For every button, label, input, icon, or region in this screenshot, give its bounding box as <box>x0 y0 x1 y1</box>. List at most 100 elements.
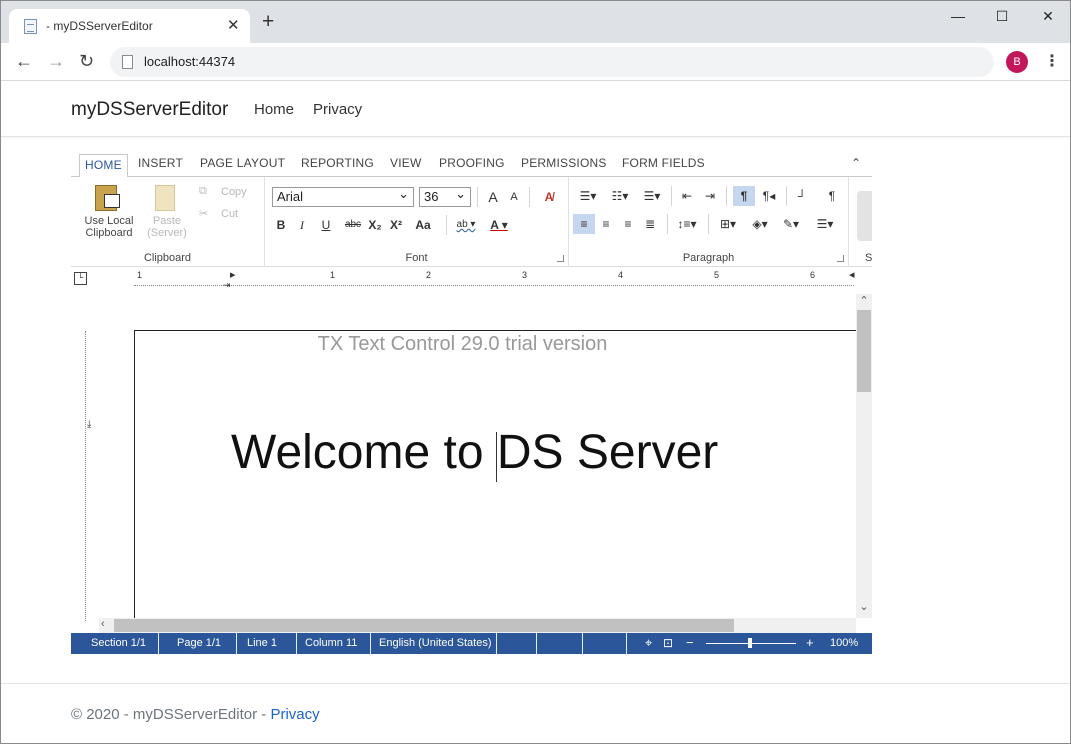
clipboard-icon <box>95 185 120 211</box>
change-case-button[interactable]: Aa <box>408 215 438 235</box>
tab-view[interactable]: VIEW <box>390 156 421 170</box>
collapse-ribbon-icon[interactable]: ⌃ <box>851 156 861 170</box>
vertical-scroll-thumb[interactable] <box>857 310 871 392</box>
status-column: Column 11 <box>297 633 371 654</box>
font-dialog-launcher-icon[interactable] <box>557 255 564 262</box>
horizontal-scroll-thumb[interactable] <box>114 619 734 632</box>
scroll-left-icon[interactable]: ‹ <box>101 618 105 630</box>
document-page[interactable]: TX Text Control 29.0 trial version Welco… <box>134 330 856 618</box>
profile-avatar[interactable]: B <box>1006 51 1028 73</box>
hanging-indent-marker-icon[interactable]: ⇥ <box>223 280 231 291</box>
horizontal-scrollbar[interactable]: ‹ <box>99 618 856 633</box>
frame-line-icon[interactable]: ☰▾ <box>811 214 839 234</box>
ruler-number: 1 <box>137 270 143 280</box>
footer-privacy-link[interactable]: Privacy <box>270 706 319 723</box>
align-right-icon[interactable]: ≡ <box>617 214 639 234</box>
shading-icon[interactable]: ◈▾ <box>746 214 774 234</box>
justify-icon[interactable]: ≣ <box>639 214 661 234</box>
tab-close-icon[interactable]: ✕ <box>227 16 240 34</box>
fit-page-icon[interactable]: ⌖ <box>645 633 652 654</box>
strikethrough-button[interactable]: abc <box>341 215 365 235</box>
status-page: Page 1/1 <box>159 633 237 654</box>
page-info-icon[interactable] <box>122 55 133 69</box>
styles-gallery-scroll[interactable] <box>857 191 872 241</box>
tab-home[interactable]: HOME <box>79 154 128 178</box>
minimize-icon[interactable]: — <box>935 5 981 29</box>
site-brand[interactable]: myDSServerEditor <box>71 99 228 121</box>
shrink-font-button[interactable]: A <box>505 187 523 207</box>
use-local-clipboard-button[interactable]: Use Local Clipboard <box>81 183 137 243</box>
zoom-out-button[interactable]: − <box>686 633 694 654</box>
underline-button[interactable]: U <box>314 215 338 235</box>
paste-icon <box>155 185 175 211</box>
increase-indent-icon[interactable]: ⇥ <box>700 186 720 206</box>
tab-strip: - myDSServerEditor ✕ + — ☐ ✕ <box>1 1 1070 43</box>
right-indent-marker-icon[interactable]: ◂ <box>849 268 855 281</box>
align-center-icon[interactable]: ≡ <box>595 214 617 234</box>
show-formatting-button[interactable]: ¶ <box>733 186 755 206</box>
grow-font-button[interactable]: A <box>484 187 502 207</box>
status-language[interactable]: English (United States) <box>371 633 497 654</box>
cut-button[interactable]: ✂ Cut <box>199 207 259 223</box>
font-family-select[interactable]: Arial <box>272 185 414 207</box>
new-tab-button[interactable]: + <box>262 11 274 32</box>
decrease-indent-icon[interactable]: ⇤ <box>677 186 697 206</box>
maximize-icon[interactable]: ☐ <box>979 5 1025 29</box>
font-group-label: Font <box>405 252 428 264</box>
numbering-icon[interactable]: ☷▾ <box>607 186 633 206</box>
highlight-color-icon[interactable]: ab ▾ <box>453 215 479 235</box>
font-size-select[interactable]: 36 <box>419 185 471 207</box>
scroll-up-icon[interactable]: ⌃ <box>856 294 872 307</box>
scroll-down-icon[interactable]: ⌄ <box>856 600 872 613</box>
tab-insert[interactable]: INSERT <box>138 156 183 170</box>
menu-kebab-icon[interactable]: ⋮ <box>1044 51 1060 73</box>
tab-proofing[interactable]: PROOFING <box>439 156 505 170</box>
document-viewport[interactable]: TX Text Control 29.0 trial version Welco… <box>99 296 856 618</box>
vertical-scrollbar[interactable]: ⌃ ⌄ <box>856 294 872 618</box>
multilevel-list-icon[interactable]: ☰▾ <box>639 186 665 206</box>
frame-color-icon[interactable]: ✎▾ <box>777 214 805 234</box>
back-arrow-icon[interactable]: ← <box>15 50 33 72</box>
nav-privacy-link[interactable]: Privacy <box>313 101 362 118</box>
tab-permissions[interactable]: PERMISSIONS <box>521 156 607 170</box>
rtl-paragraph-icon[interactable]: ¶◂ <box>758 186 780 206</box>
site-footer: © 2020 - myDSServerEditor - Privacy <box>1 683 1070 743</box>
window-close-icon[interactable]: ✕ <box>1025 5 1070 29</box>
bullets-icon[interactable]: ☰▾ <box>575 186 601 206</box>
align-left-icon[interactable]: ≡ <box>573 214 595 234</box>
nav-home-link[interactable]: Home <box>254 101 294 118</box>
tab-form-fields[interactable]: FORM FIELDS <box>622 156 705 170</box>
bold-button[interactable]: B <box>272 215 290 235</box>
vertical-ruler[interactable]: ⤓ <box>71 296 99 621</box>
italic-button[interactable]: I <box>293 215 311 235</box>
fit-width-icon[interactable]: ⊡ <box>663 633 673 654</box>
font-color-icon[interactable]: A ▾ <box>486 215 512 235</box>
paragraph-dialog-launcher-icon[interactable] <box>837 255 844 262</box>
clear-format-icon[interactable]: A̸ <box>539 187 559 207</box>
browser-tab[interactable]: - myDSServerEditor ✕ <box>9 9 250 43</box>
borders-icon[interactable]: ⊞▾ <box>715 214 741 234</box>
forward-arrow-icon[interactable]: → <box>47 50 65 72</box>
ribbon-tabs: HOME INSERT PAGE LAYOUT REPORTING VIEW P… <box>71 151 872 178</box>
tab-reporting[interactable]: REPORTING <box>301 156 374 170</box>
styles-group: S <box>849 177 872 267</box>
zoom-slider-thumb[interactable] <box>748 638 752 648</box>
subscript-button[interactable]: X₂ <box>366 215 384 235</box>
address-bar[interactable]: localhost:44374 <box>110 47 994 77</box>
tab-page-layout[interactable]: PAGE LAYOUT <box>200 156 285 170</box>
ruler-number: 4 <box>618 270 624 280</box>
copy-button[interactable]: ⧉ Copy <box>199 185 259 201</box>
first-line-indent-marker-icon[interactable]: ▸ <box>230 268 236 281</box>
paste-server-button[interactable]: Paste (Server) <box>143 183 191 243</box>
zoom-level[interactable]: 100% <box>830 633 858 654</box>
separator <box>446 215 447 235</box>
reload-icon[interactable]: ↻ <box>79 50 94 72</box>
keep-lines-icon[interactable]: ┘ <box>792 186 812 206</box>
tab-selector-icon[interactable]: └ <box>74 272 87 285</box>
horizontal-ruler[interactable]: └ 1 1 2 3 4 5 6 ▸ ⇥ ◂ <box>71 268 872 294</box>
superscript-button[interactable]: X² <box>387 215 405 235</box>
zoom-in-button[interactable]: + <box>806 633 814 654</box>
document-text[interactable]: Welcome to DS Server <box>231 425 718 480</box>
line-spacing-icon[interactable]: ↕≡▾ <box>673 214 701 234</box>
pilcrow-icon[interactable]: ¶ <box>822 186 842 206</box>
